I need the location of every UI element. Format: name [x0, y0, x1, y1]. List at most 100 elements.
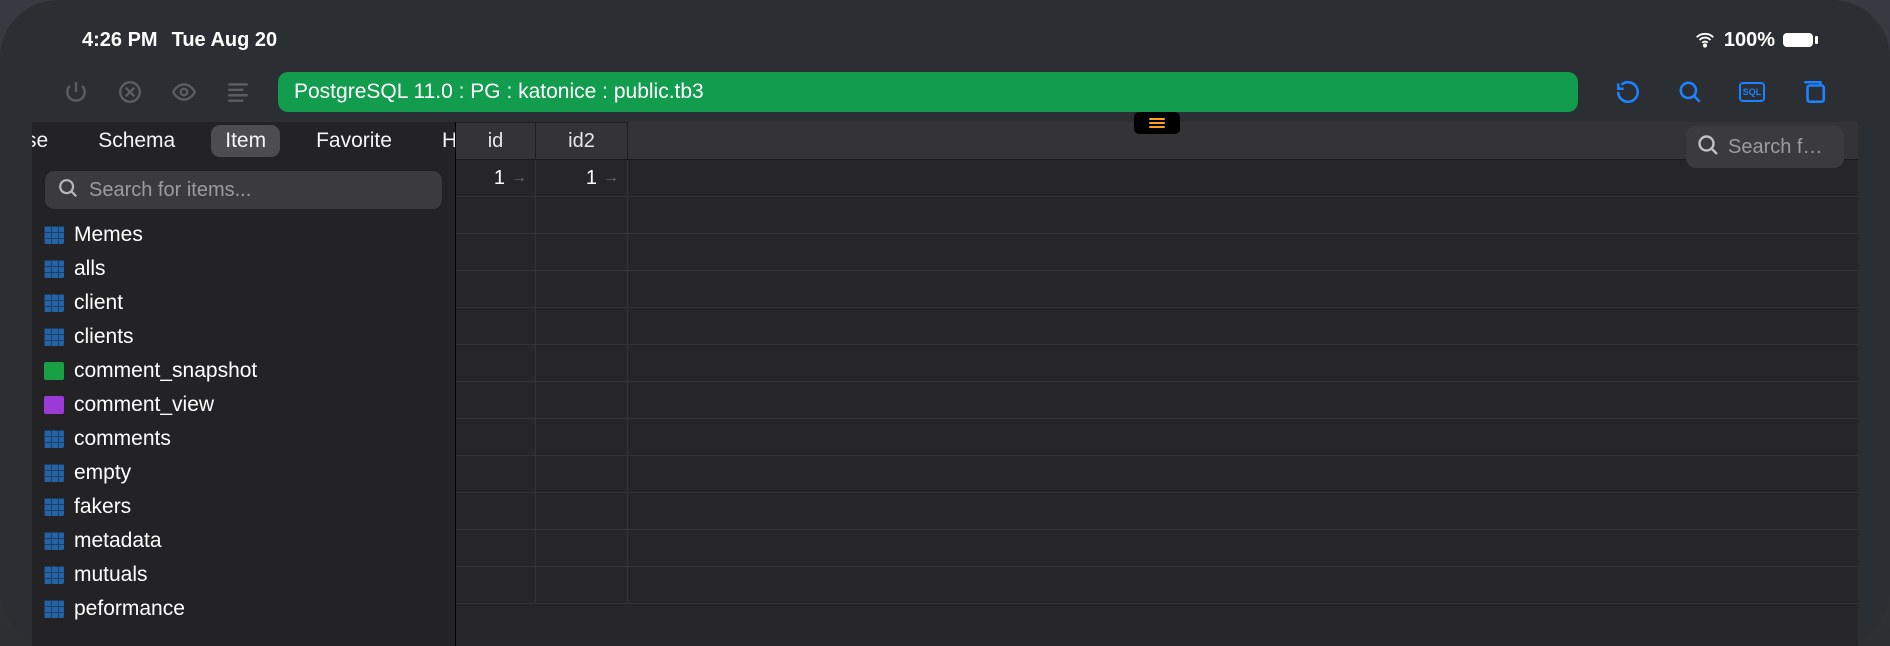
- table-row-empty: [456, 456, 1858, 493]
- sidebar-item-label: fakers: [74, 495, 131, 519]
- sidebar-tab-favorite[interactable]: Favorite: [302, 125, 406, 157]
- sidebar-item-label: metadata: [74, 529, 162, 553]
- table-row-empty: [456, 271, 1858, 308]
- cell-empty: [456, 567, 536, 603]
- filters-icon[interactable]: [1134, 112, 1180, 134]
- status-bar: 4:26 PM Tue Aug 20 100%: [32, 24, 1858, 56]
- cell-empty: [456, 308, 536, 344]
- cancel-icon[interactable]: [116, 78, 144, 106]
- refresh-icon[interactable]: [1614, 78, 1642, 106]
- cell-empty: [456, 234, 536, 270]
- cell-empty: [536, 456, 628, 492]
- cell-empty: [536, 382, 628, 418]
- table-icon: [44, 600, 64, 618]
- table-row-empty: [456, 197, 1858, 234]
- sidebar-item-comments[interactable]: comments: [44, 422, 455, 456]
- breadcrumb[interactable]: PostgreSQL 11.0 : PG : katonice : public…: [278, 72, 1578, 112]
- sidebar-item-comment_snapshot[interactable]: comment_snapshot: [44, 354, 455, 388]
- cell-empty: [456, 530, 536, 566]
- view-icon: [44, 396, 64, 414]
- table-row-empty: [456, 530, 1858, 567]
- cell-id[interactable]: 1→: [456, 160, 536, 196]
- cell-empty: [536, 271, 628, 307]
- app-toolbar: PostgreSQL 11.0 : PG : katonice : public…: [32, 56, 1858, 122]
- data-rows: 1→1→: [456, 160, 1858, 646]
- search-icon: [57, 177, 79, 204]
- cell-empty: [456, 456, 536, 492]
- sql-icon[interactable]: SQL: [1738, 78, 1766, 106]
- table-row[interactable]: 1→1→: [456, 160, 1858, 197]
- data-grid: idid2 1→1→: [456, 122, 1858, 646]
- sidebar-tab-se[interactable]: se: [32, 125, 62, 157]
- sidebar-tabs: se Schema Item Favorite H: [32, 122, 455, 160]
- sidebar-search-input[interactable]: [89, 179, 430, 202]
- cell-empty: [456, 197, 536, 233]
- sidebar-item-clients[interactable]: clients: [44, 320, 455, 354]
- table-row-empty: [456, 345, 1858, 382]
- column-header-id[interactable]: id: [456, 122, 536, 159]
- sidebar-tab-item[interactable]: Item: [211, 125, 280, 157]
- sidebar: se Schema Item Favorite H Memes alls client cli…: [32, 122, 456, 646]
- cell-empty: [536, 308, 628, 344]
- table-row-empty: [456, 234, 1858, 271]
- sidebar-tab-schema[interactable]: Schema: [84, 125, 189, 157]
- table-icon: [44, 464, 64, 482]
- sidebar-item-label: peformance: [74, 597, 185, 621]
- sidebar-item-comment_view[interactable]: comment_view: [44, 388, 455, 422]
- cell-empty: [536, 493, 628, 529]
- table-icon: [44, 226, 64, 244]
- table-icon: [44, 532, 64, 550]
- sidebar-item-label: clients: [74, 325, 134, 349]
- table-row-empty: [456, 308, 1858, 345]
- grid-search-input[interactable]: [1728, 136, 1834, 159]
- sidebar-item-mutuals[interactable]: mutuals: [44, 558, 455, 592]
- cell-empty: [456, 493, 536, 529]
- cell-empty: [536, 530, 628, 566]
- sidebar-item-alls[interactable]: alls: [44, 252, 455, 286]
- table-icon: [44, 260, 64, 278]
- eye-icon[interactable]: [170, 78, 198, 106]
- cell-empty: [456, 419, 536, 455]
- chevron-right-icon: →: [511, 169, 527, 187]
- cell-empty: [456, 271, 536, 307]
- table-row-empty: [456, 382, 1858, 419]
- sidebar-tab-h[interactable]: H: [428, 125, 455, 157]
- sidebar-item-empty[interactable]: empty: [44, 456, 455, 490]
- panels-icon[interactable]: [1800, 78, 1828, 106]
- indent-icon[interactable]: [224, 78, 252, 106]
- sidebar-item-label: comment_view: [74, 393, 214, 417]
- cell-empty: [536, 345, 628, 381]
- sidebar-item-label: empty: [74, 461, 131, 485]
- cell-empty: [456, 382, 536, 418]
- column-header-id2[interactable]: id2: [536, 122, 628, 159]
- sidebar-item-list: Memes alls client clients comment_snapshotco…: [32, 216, 455, 646]
- sidebar-item-label: client: [74, 291, 123, 315]
- battery-percent: 100%: [1724, 29, 1775, 52]
- table-row-empty: [456, 567, 1858, 604]
- table-icon: [44, 328, 64, 346]
- table-icon: [44, 498, 64, 516]
- power-icon[interactable]: [62, 78, 90, 106]
- sidebar-item-peformance[interactable]: peformance: [44, 592, 455, 626]
- cell-empty: [536, 419, 628, 455]
- sidebar-item-fakers[interactable]: fakers: [44, 490, 455, 524]
- table-row-empty: [456, 493, 1858, 530]
- sidebar-item-label: comments: [74, 427, 171, 451]
- sidebar-search[interactable]: [44, 170, 443, 210]
- search-icon[interactable]: [1676, 78, 1704, 106]
- grid-search[interactable]: [1686, 126, 1844, 168]
- wifi-icon: [1694, 29, 1716, 51]
- sidebar-item-label: Memes: [74, 223, 143, 247]
- sidebar-item-metadata[interactable]: metadata: [44, 524, 455, 558]
- table-row-empty: [456, 419, 1858, 456]
- chevron-right-icon: →: [603, 169, 619, 187]
- table-icon: [44, 566, 64, 584]
- status-time: 4:26 PM: [82, 29, 158, 52]
- sidebar-item-label: mutuals: [74, 563, 148, 587]
- cell-empty: [536, 197, 628, 233]
- sidebar-item-client[interactable]: client: [44, 286, 455, 320]
- sidebar-item-Memes[interactable]: Memes: [44, 218, 455, 252]
- search-icon: [1696, 133, 1720, 162]
- cell-empty: [536, 567, 628, 603]
- cell-id2[interactable]: 1→: [536, 160, 628, 196]
